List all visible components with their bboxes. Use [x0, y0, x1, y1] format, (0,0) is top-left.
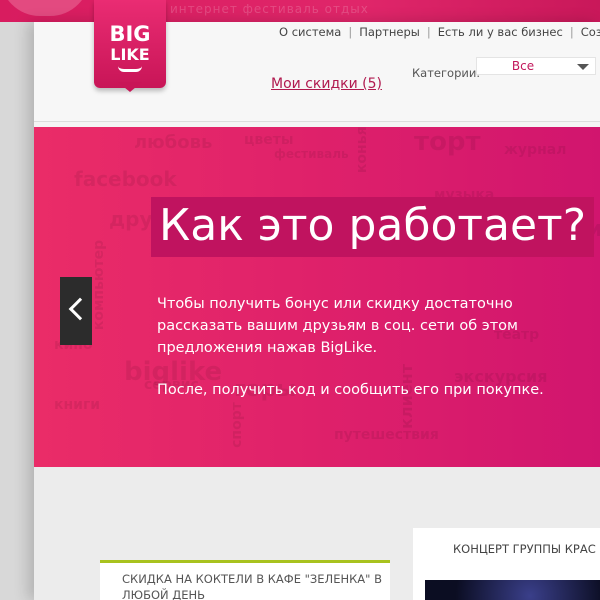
background-word: компьютер [91, 239, 108, 331]
background-word: любовь [134, 132, 213, 153]
nav-link-create[interactable]: Созд [581, 25, 600, 39]
my-discounts-link[interactable]: Мои скидки (5) [271, 76, 382, 92]
category-select-value: Все [511, 59, 535, 73]
offer-card[interactable]: Концерт группы Крас [413, 528, 600, 600]
smile-icon [118, 66, 142, 72]
logo-line2: LIKE [110, 45, 150, 64]
hero-title: Как это работает? [151, 197, 595, 257]
hero-text-paragraph-2: После, получить код и сообщить его при п… [157, 382, 544, 398]
offer-card-image [425, 580, 600, 600]
nav-link-partners[interactable]: Партнеры [359, 25, 420, 39]
background-word: спорт [228, 402, 245, 448]
biglike-logo[interactable]: BIG LIKE [94, 0, 166, 92]
top-bubble-decoration [0, 0, 90, 16]
background-word: путешествия [334, 427, 439, 443]
background-word: журнал [504, 142, 567, 158]
slider-prev-button[interactable] [60, 277, 92, 345]
offer-card-title: Скидка на коктели в кафе "Зеленка" в люб… [122, 572, 382, 600]
hero-text-paragraph-1: Чтобы получить бонус или скидку достаточ… [157, 296, 518, 356]
top-word-pattern: интернет фестиваль отдых [170, 2, 369, 16]
category-select[interactable]: Все [476, 57, 596, 75]
nav-separator: | [426, 25, 431, 39]
background-word: коньяк [354, 127, 371, 174]
background-word: фестиваль [274, 147, 349, 161]
logo-ribbon-notch [118, 82, 142, 92]
nav-link-business[interactable]: Есть ли у вас бизнес [438, 25, 563, 39]
logo-line1: BIG [109, 22, 151, 46]
top-navigation: О система | Партнеры | Есть ли у вас бизнес |… [279, 25, 600, 39]
background-word: facebook [74, 167, 177, 191]
offer-card-title: Концерт группы Крас [453, 542, 596, 556]
chevron-down-icon [577, 64, 589, 70]
hero-description: Чтобы получить бонус или скидку достаточ… [157, 293, 597, 401]
offer-card[interactable]: Скидка на коктели в кафе "Зеленка" в люб… [100, 560, 390, 600]
nav-separator: | [348, 25, 353, 39]
background-word: цветы [244, 132, 294, 148]
site-header: BIG LIKE О система | Партнеры | Есть ли у ва… [34, 0, 600, 122]
nav-link-about[interactable]: О система [279, 25, 341, 39]
category-label: Категории: [412, 66, 481, 80]
background-word: торт [414, 127, 481, 157]
background-word: книги [54, 397, 101, 413]
chevron-left-icon [68, 297, 92, 321]
nav-separator: | [569, 25, 574, 39]
hero-banner: любовьfacebookтортконьякжурналмечтыдрузь… [34, 127, 600, 467]
top-pattern-strip: интернет фестиваль отдых [0, 0, 600, 22]
